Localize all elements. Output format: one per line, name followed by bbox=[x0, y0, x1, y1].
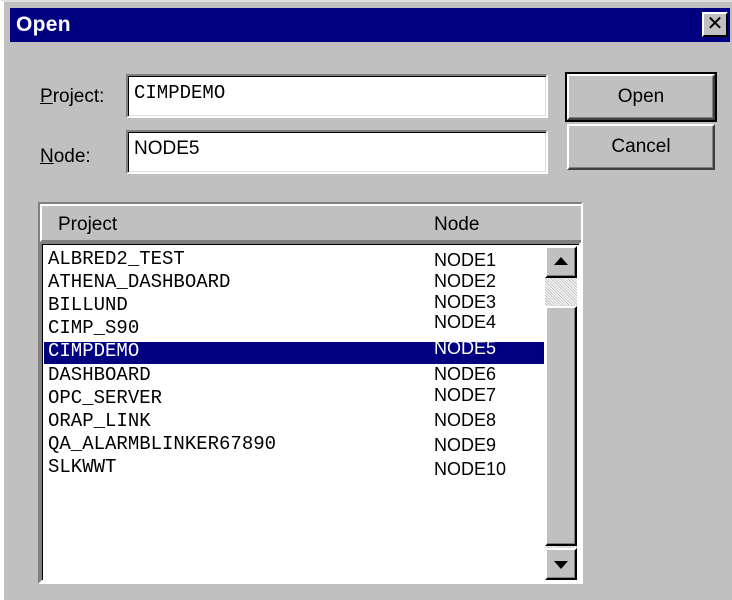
arrow-down-icon bbox=[554, 561, 568, 569]
column-header-node[interactable]: Node bbox=[434, 214, 479, 236]
list-item[interactable]: BILLUND NODE3 bbox=[44, 292, 544, 318]
list-item[interactable]: ATHENA_DASHBOARD NODE2 bbox=[44, 271, 544, 295]
project-input-value: CIMPDEMO bbox=[134, 82, 226, 104]
vertical-scrollbar[interactable] bbox=[545, 246, 577, 580]
project-name-cell: OPC_SERVER bbox=[48, 387, 163, 409]
list-item[interactable]: SLKWWT NODE10 bbox=[44, 456, 544, 480]
list-item[interactable]: QA_ALARMBLINKER67890 NODE9 bbox=[44, 433, 544, 457]
project-label-text: roject: bbox=[52, 86, 105, 107]
node-label: Node: bbox=[40, 146, 91, 168]
list-item-selected[interactable]: CIMPDEMO NODE5 bbox=[44, 338, 544, 364]
list-item[interactable]: DASHBOARD NODE6 bbox=[44, 364, 544, 388]
list-header: Project Node bbox=[40, 204, 581, 242]
project-label: Project: bbox=[40, 86, 104, 108]
node-name-cell: NODE6 bbox=[434, 364, 497, 384]
list-item[interactable]: CIMP_S90 NODE4 bbox=[44, 312, 544, 341]
dialog-title: Open bbox=[16, 13, 71, 36]
project-name-cell: ALBRED2_TEST bbox=[48, 248, 185, 270]
node-input-value: NODE5 bbox=[134, 138, 200, 159]
node-name-cell: NODE8 bbox=[434, 410, 497, 430]
list-item[interactable]: ORAP_LINK NODE8 bbox=[44, 410, 544, 434]
arrow-up-icon bbox=[554, 257, 568, 265]
project-name-cell: CIMPDEMO bbox=[48, 340, 140, 362]
project-list-frame: Project Node SLKWWT NODE10 QA_ALARMBLINKER… bbox=[38, 202, 583, 584]
cancel-button[interactable]: Cancel bbox=[567, 124, 715, 170]
node-name-cell: NODE1 bbox=[434, 250, 497, 270]
project-name-cell: CIMP_S90 bbox=[48, 317, 140, 339]
project-name-cell: QA_ALARMBLINKER67890 bbox=[48, 433, 277, 455]
project-name-cell: SLKWWT bbox=[48, 456, 117, 478]
column-header-project[interactable]: Project bbox=[58, 214, 117, 236]
project-name-cell: ORAP_LINK bbox=[48, 410, 151, 432]
scroll-thumb[interactable] bbox=[545, 306, 577, 546]
project-list[interactable]: SLKWWT NODE10 QA_ALARMBLINKER67890 NODE9 ORA… bbox=[40, 242, 581, 582]
project-name-cell: DASHBOARD bbox=[48, 364, 151, 386]
close-button[interactable]: ✕ bbox=[702, 12, 728, 37]
scroll-down-button[interactable] bbox=[545, 548, 577, 580]
scroll-up-button[interactable] bbox=[545, 246, 577, 278]
open-button[interactable]: Open bbox=[565, 72, 717, 122]
node-label-text: ode: bbox=[53, 146, 91, 167]
node-name-cell: NODE3 bbox=[434, 292, 497, 312]
node-input[interactable]: NODE5 bbox=[126, 130, 548, 174]
node-name-cell: NODE5 bbox=[434, 338, 497, 358]
title-bar[interactable]: Open ✕ bbox=[10, 8, 730, 42]
open-dialog: Open ✕ Project: CIMPDEMO Node: NODE5 Ope… bbox=[0, 0, 732, 600]
project-name-cell: BILLUND bbox=[48, 294, 128, 316]
node-name-cell: NODE2 bbox=[434, 271, 497, 291]
node-name-cell: NODE10 bbox=[434, 459, 507, 479]
node-label-accelerator: N bbox=[40, 146, 54, 167]
list-item[interactable]: ALBRED2_TEST NODE1 bbox=[44, 248, 544, 272]
close-icon: ✕ bbox=[706, 11, 724, 35]
list-item[interactable]: OPC_SERVER NODE7 bbox=[44, 385, 544, 411]
node-name-cell: NODE9 bbox=[434, 435, 497, 455]
node-name-cell: NODE7 bbox=[434, 385, 497, 405]
project-input[interactable]: CIMPDEMO bbox=[126, 74, 548, 118]
project-name-cell: ATHENA_DASHBOARD bbox=[48, 271, 231, 293]
project-label-accelerator: P bbox=[40, 86, 53, 107]
